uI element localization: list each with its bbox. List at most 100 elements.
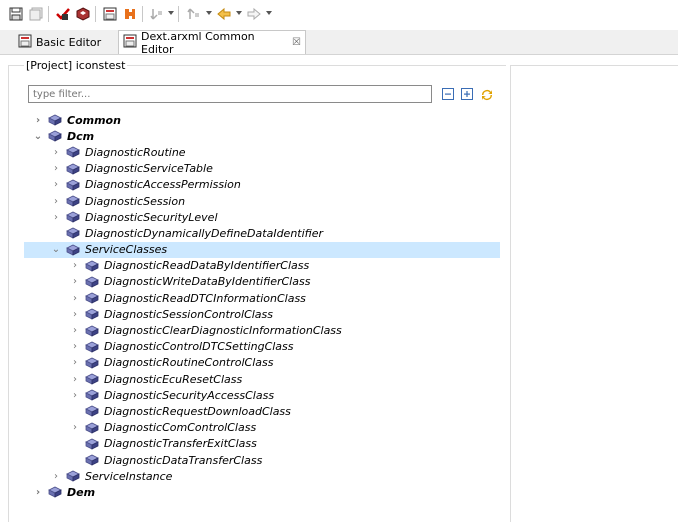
collapse-toggle-icon[interactable]: › [32, 486, 44, 498]
prev-annotation-dropdown[interactable] [206, 11, 212, 15]
tree-item-label: DiagnosticRoutine [85, 145, 186, 159]
container-icon [85, 276, 99, 288]
toolbar-separator [95, 6, 96, 22]
expand-all-icon[interactable] [461, 88, 473, 100]
tree-item[interactable]: › DiagnosticSecurityLevel [24, 209, 500, 225]
collapse-toggle-icon[interactable]: › [69, 357, 81, 369]
toolbar-separator [48, 6, 49, 22]
tree-item-label: DiagnosticWriteDataByIdentifierClass [104, 275, 311, 289]
tree-item[interactable]: DiagnosticDataTransferClass [24, 452, 500, 468]
filter-input[interactable] [28, 85, 432, 103]
tree-item-label: DiagnosticClearDiagnosticInformationClas… [104, 324, 342, 338]
collapse-toggle-icon[interactable]: › [69, 276, 81, 288]
tree-item[interactable]: › DiagnosticClearDiagnosticInformationCla… [24, 322, 500, 338]
tree-item[interactable]: DiagnosticRequestDownloadClass [24, 403, 500, 419]
sync-icon[interactable] [480, 88, 492, 100]
save-all-icon[interactable] [28, 6, 44, 22]
toolbar-separator [142, 6, 143, 22]
tree-item[interactable]: ⌄ ServiceClasses [24, 241, 500, 258]
forward-dropdown[interactable] [266, 11, 272, 15]
next-annotation-dropdown[interactable] [168, 11, 174, 15]
save-icon[interactable] [8, 6, 24, 22]
collapse-toggle-icon[interactable]: › [50, 211, 62, 223]
tree-item-label: Dem [67, 485, 96, 499]
tree-item-label: DiagnosticTransferExitClass [104, 437, 257, 451]
tree-item[interactable]: › DiagnosticSessionControlClass [24, 306, 500, 322]
tree-item[interactable]: › Dem [24, 484, 500, 500]
container-icon [48, 486, 62, 499]
container-icon [85, 292, 99, 304]
tree-item-label: ServiceClasses [85, 243, 168, 257]
collapse-toggle-icon[interactable]: › [32, 114, 44, 126]
tree-item-label: DiagnosticSessionControlClass [104, 307, 274, 321]
back-dropdown[interactable] [236, 11, 242, 15]
tree-item-label: DiagnosticEcuResetClass [104, 372, 243, 386]
container-icon [48, 130, 62, 142]
container-icon [85, 389, 99, 401]
new-editor-icon[interactable] [102, 6, 118, 22]
tree-item[interactable]: › Common [24, 112, 500, 128]
container-icon [66, 211, 80, 223]
prev-annotation-icon[interactable] [186, 6, 202, 22]
collapse-toggle-icon[interactable]: › [69, 308, 81, 320]
tree-item[interactable]: › DiagnosticEcuResetClass [24, 371, 500, 387]
element-tree[interactable]: › Common ⌄ Dcm › DiagnosticRoutine › Diagnostic… [24, 112, 500, 501]
collapse-toggle-icon[interactable]: › [69, 389, 81, 401]
collapse-toggle-icon[interactable]: › [69, 292, 81, 304]
tab-label: Basic Editor [36, 35, 102, 49]
close-icon[interactable]: ☒ [292, 37, 301, 48]
generate-icon[interactable] [75, 6, 91, 22]
tab-label: Dext.arxml Common Editor [141, 29, 255, 56]
tree-item[interactable]: › DiagnosticAccessPermission [24, 177, 500, 193]
tree-item[interactable]: › DiagnosticRoutine [24, 144, 500, 160]
plugin-icon[interactable] [122, 6, 138, 22]
tree-item[interactable]: › DiagnosticSession [24, 193, 500, 209]
collapse-toggle-icon[interactable]: › [69, 325, 81, 337]
tree-item[interactable]: › DiagnosticRoutineControlClass [24, 355, 500, 371]
collapse-toggle-icon[interactable]: › [50, 163, 62, 175]
tree-item[interactable]: › DiagnosticControlDTCSettingClass [24, 339, 500, 355]
editor-tab-icon [18, 34, 32, 51]
back-icon[interactable] [216, 6, 232, 22]
collapse-toggle-icon[interactable]: › [69, 341, 81, 353]
tree-item[interactable]: › DiagnosticReadDataByIdentifierClass [24, 258, 500, 274]
container-icon [85, 308, 99, 320]
tab-common-editor[interactable]: Dext.arxml Common Editor ☒ [118, 29, 306, 56]
container-icon [66, 163, 80, 175]
forward-icon[interactable] [246, 6, 262, 22]
tree-item-label: DiagnosticDynamicallyDefineDataIdentifie… [85, 226, 324, 240]
collapse-toggle-icon[interactable]: › [69, 373, 81, 385]
collapse-toggle-icon[interactable]: › [50, 179, 62, 191]
tree-item[interactable]: › DiagnosticComControlClass [24, 420, 500, 436]
container-icon [48, 114, 62, 126]
editor-tab-icon [123, 34, 137, 51]
expand-toggle-icon[interactable]: ⌄ [50, 244, 62, 256]
tree-item-label: DiagnosticReadDataByIdentifierClass [104, 259, 310, 273]
next-annotation-icon[interactable] [149, 6, 165, 22]
container-icon [85, 373, 99, 385]
tree-item-label: DiagnosticDataTransferClass [104, 453, 263, 467]
collapse-toggle-icon[interactable]: › [50, 195, 62, 207]
collapse-toggle-icon [69, 405, 81, 417]
tree-item[interactable]: › DiagnosticSecurityAccessClass [24, 387, 500, 403]
tree-item-label: DiagnosticReadDTCInformationClass [104, 291, 306, 305]
validate-icon[interactable] [55, 6, 71, 22]
tree-item[interactable]: › DiagnosticServiceTable [24, 161, 500, 177]
collapse-toggle-icon[interactable]: › [50, 470, 62, 482]
tab-basic-editor[interactable]: Basic Editor [14, 31, 118, 53]
tree-item[interactable]: DiagnosticDynamicallyDefineDataIdentifie… [24, 225, 500, 241]
container-icon [85, 341, 99, 353]
collapse-all-icon[interactable] [442, 88, 454, 100]
tree-item[interactable]: DiagnosticTransferExitClass [24, 436, 500, 452]
expand-toggle-icon[interactable]: ⌄ [32, 130, 44, 142]
tree-item-label: ServiceInstance [85, 469, 173, 483]
toolbar-separator [178, 6, 179, 22]
collapse-toggle-icon[interactable]: › [50, 146, 62, 158]
tree-item[interactable]: ⌄ Dcm [24, 128, 500, 144]
tree-item[interactable]: › ServiceInstance [24, 468, 500, 484]
collapse-toggle-icon[interactable]: › [69, 422, 81, 434]
tree-item[interactable]: › DiagnosticWriteDataByIdentifierClass [24, 274, 500, 290]
tree-item[interactable]: › DiagnosticReadDTCInformationClass [24, 290, 500, 306]
tree-item-label: DiagnosticRequestDownloadClass [104, 404, 291, 418]
collapse-toggle-icon[interactable]: › [69, 260, 81, 272]
